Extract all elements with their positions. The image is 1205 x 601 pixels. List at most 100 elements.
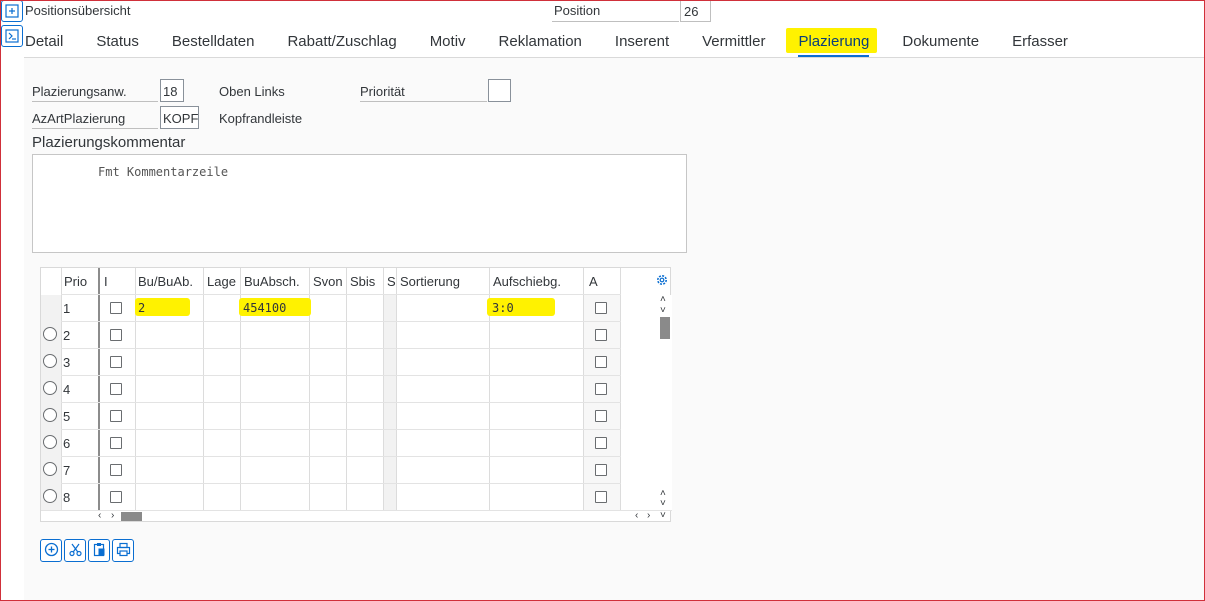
tab-bestelldaten[interactable]: Bestelldaten [172,26,255,58]
scroll-down-icon[interactable]: ˅ [660,510,666,521]
row-checkbox-a[interactable] [595,302,607,314]
row-buabsch[interactable]: 454100 [243,301,286,315]
scroll-left-icon[interactable]: ‹ [98,510,101,521]
row-checkbox-i[interactable] [110,410,122,422]
row-divider [61,348,621,349]
col-divider [396,268,397,510]
row-divider [61,321,621,322]
row-prio: 7 [63,463,71,478]
row-divider [61,294,621,295]
azart-field[interactable]: KOPF [160,106,199,129]
tab-erfasser[interactable]: Erfasser [1012,26,1068,58]
row-bu-buab[interactable]: 2 [138,301,145,315]
prioritaet-field[interactable] [488,79,511,102]
row-checkbox-i[interactable] [110,329,122,341]
row-prio: 1 [63,301,71,316]
row-select-radio[interactable] [43,354,57,368]
collapse-icon[interactable] [1,25,23,47]
scroll-down-icon[interactable]: ˅ [660,305,666,316]
plazierungsanw-field[interactable]: 18 [160,79,184,102]
scroll-right-icon[interactable]: › [111,510,114,521]
row-checkbox-a[interactable] [595,356,607,368]
row-select-radio[interactable] [43,381,57,395]
plazierungsanw-text: Oben Links [219,84,285,99]
comment-text: Fmt Kommentarzeile [98,165,229,179]
col-header-a[interactable]: A [586,268,620,295]
paste-icon [92,542,107,560]
col-header-sortierung[interactable]: Sortierung [397,268,489,295]
row-divider [61,429,621,430]
scroll-right-icon[interactable]: › [647,510,650,521]
tab-motiv[interactable]: Motiv [430,26,466,58]
tab-vermittler[interactable]: Vermittler [702,26,765,58]
tab-status[interactable]: Status [96,26,139,58]
scroll-down-icon[interactable]: ˅ [660,498,666,509]
tab-dokumente[interactable]: Dokumente [902,26,979,58]
col-header-lage[interactable]: Lage [204,268,240,295]
row-prio: 6 [63,436,71,451]
tab-reklamation[interactable]: Reklamation [499,26,582,58]
print-icon [116,542,131,560]
col-divider [383,268,384,510]
position-label: Position [552,0,679,22]
row-checkbox-a[interactable] [595,410,607,422]
row-checkbox-a[interactable] [595,491,607,503]
col-header-aufschiebg[interactable]: Aufschiebg. [490,268,582,295]
scroll-thumb[interactable] [660,317,670,339]
add-icon [44,542,59,560]
tab-rabatt-zuschlag[interactable]: Rabatt/Zuschlag [287,26,396,58]
row-select-radio[interactable] [43,408,57,422]
azart-label: AzArtPlazierung [32,107,158,129]
row-divider [61,375,621,376]
paste-button[interactable] [88,539,110,562]
row-checkbox-i[interactable] [110,464,122,476]
col-header-bu-buab[interactable]: Bu/BuAb. [135,268,203,295]
scroll-up-icon[interactable]: ˄ [660,294,666,305]
settings-icon[interactable] [655,273,669,290]
tab-detail[interactable]: Detail [25,26,63,58]
row-divider [61,456,621,457]
col-header-prio[interactable]: Prio [61,268,98,295]
row-checkbox-i[interactable] [110,302,122,314]
col-header-sbis[interactable]: Sbis [347,268,383,295]
row-select-radio[interactable] [43,489,57,503]
row-checkbox-a[interactable] [595,437,607,449]
row-prio: 4 [63,382,71,397]
tab-bar: Detail Status Bestelldaten Rabatt/Zuschl… [25,26,1068,58]
row-prio: 5 [63,409,71,424]
col-header-buabsch[interactable]: BuAbsch. [241,268,309,295]
tab-inserent[interactable]: Inserent [615,26,669,58]
col-header-svon[interactable]: Svon [310,268,346,295]
comment-title: Plazierungskommentar [32,134,186,151]
prioritaet-label: Priorität [360,80,487,102]
tab-plazierung[interactable]: Plazierung [786,26,878,58]
row-checkbox-a[interactable] [595,464,607,476]
row-checkbox-i[interactable] [110,437,122,449]
row-select-radio[interactable] [43,462,57,476]
row-aufschiebg[interactable]: 3:0 [492,301,514,315]
row-divider [61,402,621,403]
row-checkbox-i[interactable] [110,491,122,503]
position-field[interactable]: 26 [680,0,711,22]
col-divider [620,268,621,510]
hscroll-thumb[interactable] [121,512,142,521]
row-prio: 2 [63,328,71,343]
col-divider [203,268,204,510]
azart-text: Kopfrandleiste [219,111,303,126]
row-checkbox-i[interactable] [110,356,122,368]
scroll-left-icon[interactable]: ‹ [635,510,638,521]
add-row-button[interactable] [40,539,62,562]
expand-icon[interactable] [1,0,23,22]
page-title: Positionsübersicht [25,3,131,18]
row-checkbox-i[interactable] [110,383,122,395]
row-select-radio[interactable] [43,327,57,341]
row-select-radio[interactable] [43,435,57,449]
col-header-i[interactable]: I [101,268,135,295]
cut-button[interactable] [64,539,86,562]
row-prio: 8 [63,490,71,505]
row-divider [61,483,621,484]
row-checkbox-a[interactable] [595,329,607,341]
plazierungsanw-label: Plazierungsanw. [32,80,158,102]
print-button[interactable] [112,539,134,562]
row-checkbox-a[interactable] [595,383,607,395]
